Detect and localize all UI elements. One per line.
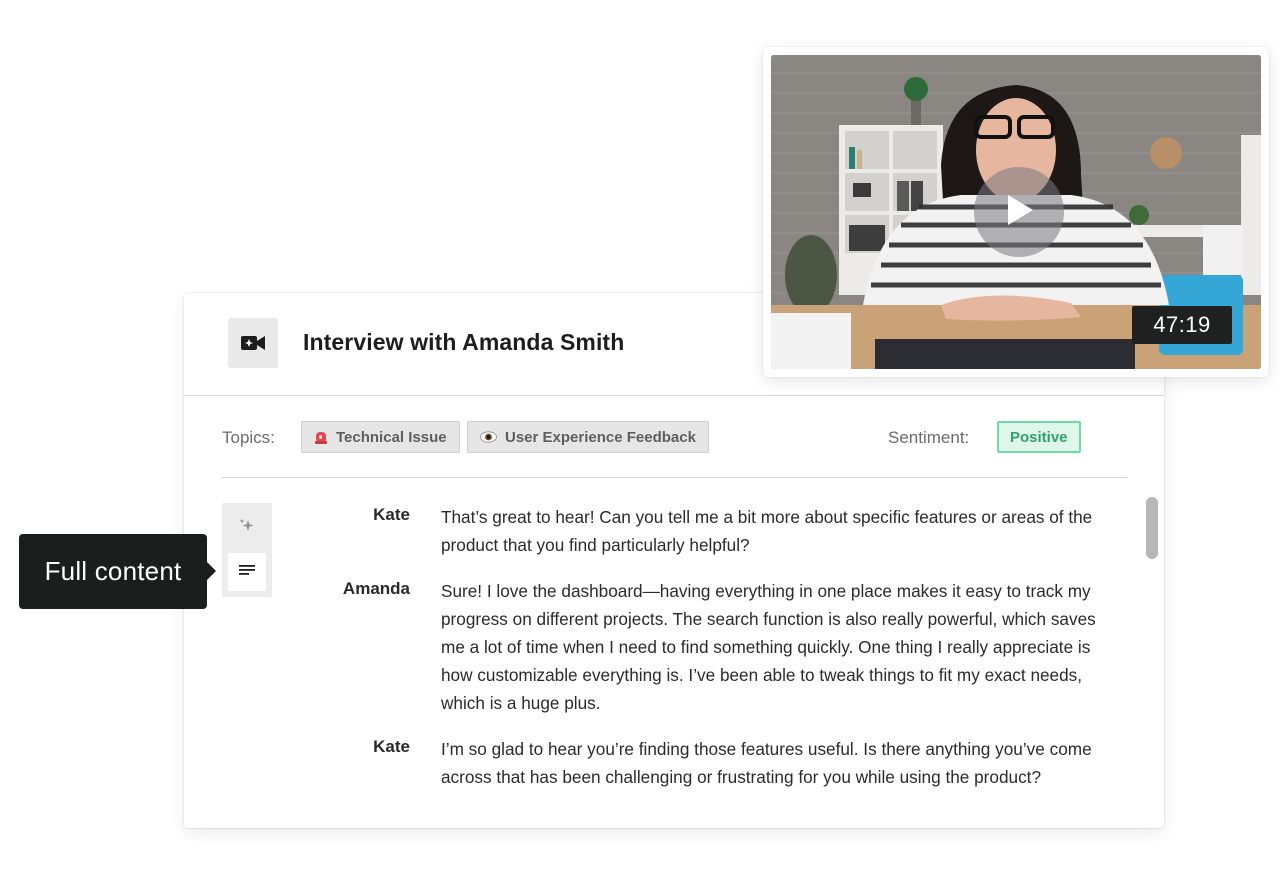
sentiment-badge: Positive [997,421,1081,453]
utterance-text: Sure! I love the dashboard—having everyt… [441,581,1096,713]
speaker-name: Kate [373,737,410,756]
play-icon [1002,192,1036,233]
summary-view-button[interactable] [228,509,266,547]
transcript-turn: Amanda Sure! I love the dashboard—having… [284,577,1124,717]
topic-chip-user-experience-feedback[interactable]: User Experience Feedback [467,421,709,453]
speaker-name: Amanda [342,579,410,598]
speaker-name: Kate [373,505,410,524]
video-camera-icon [228,318,278,368]
video-player[interactable]: 47:19 [763,47,1269,377]
topic-chip-label: User Experience Feedback [505,428,696,446]
meta-row: Topics: Technical Issue User Experience … [222,421,1127,453]
utterance-text: I’m so glad to hear you’re finding those… [441,739,1092,787]
play-button[interactable] [974,167,1064,257]
video-thumbnail[interactable]: 47:19 [771,55,1261,369]
interview-title: Interview with Amanda Smith [303,329,625,355]
sentiment-label: Sentiment: [888,428,970,447]
siren-icon [314,429,328,445]
transcript-scrollbar[interactable] [1146,497,1158,559]
topics-label: Topics: [222,428,275,447]
full-content-view-button[interactable] [228,553,266,591]
divider [222,477,1127,478]
video-duration: 47:19 [1132,306,1232,344]
utterance-text: That’s great to hear! Can you tell me a … [441,507,1093,555]
transcript[interactable]: Kate That’s great to hear! Can you tell … [284,503,1124,800]
transcript-turn: Kate I’m so glad to hear you’re finding … [284,735,1124,791]
sparkle-icon [238,517,256,540]
view-switcher [222,503,272,597]
transcript-turn: Kate That’s great to hear! Can you tell … [284,503,1124,559]
topic-chip-technical-issue[interactable]: Technical Issue [301,421,460,453]
topic-chip-label: Technical Issue [336,428,447,446]
eye-icon [480,431,497,443]
text-lines-icon [238,563,256,582]
full-content-tooltip: Full content [19,534,216,609]
